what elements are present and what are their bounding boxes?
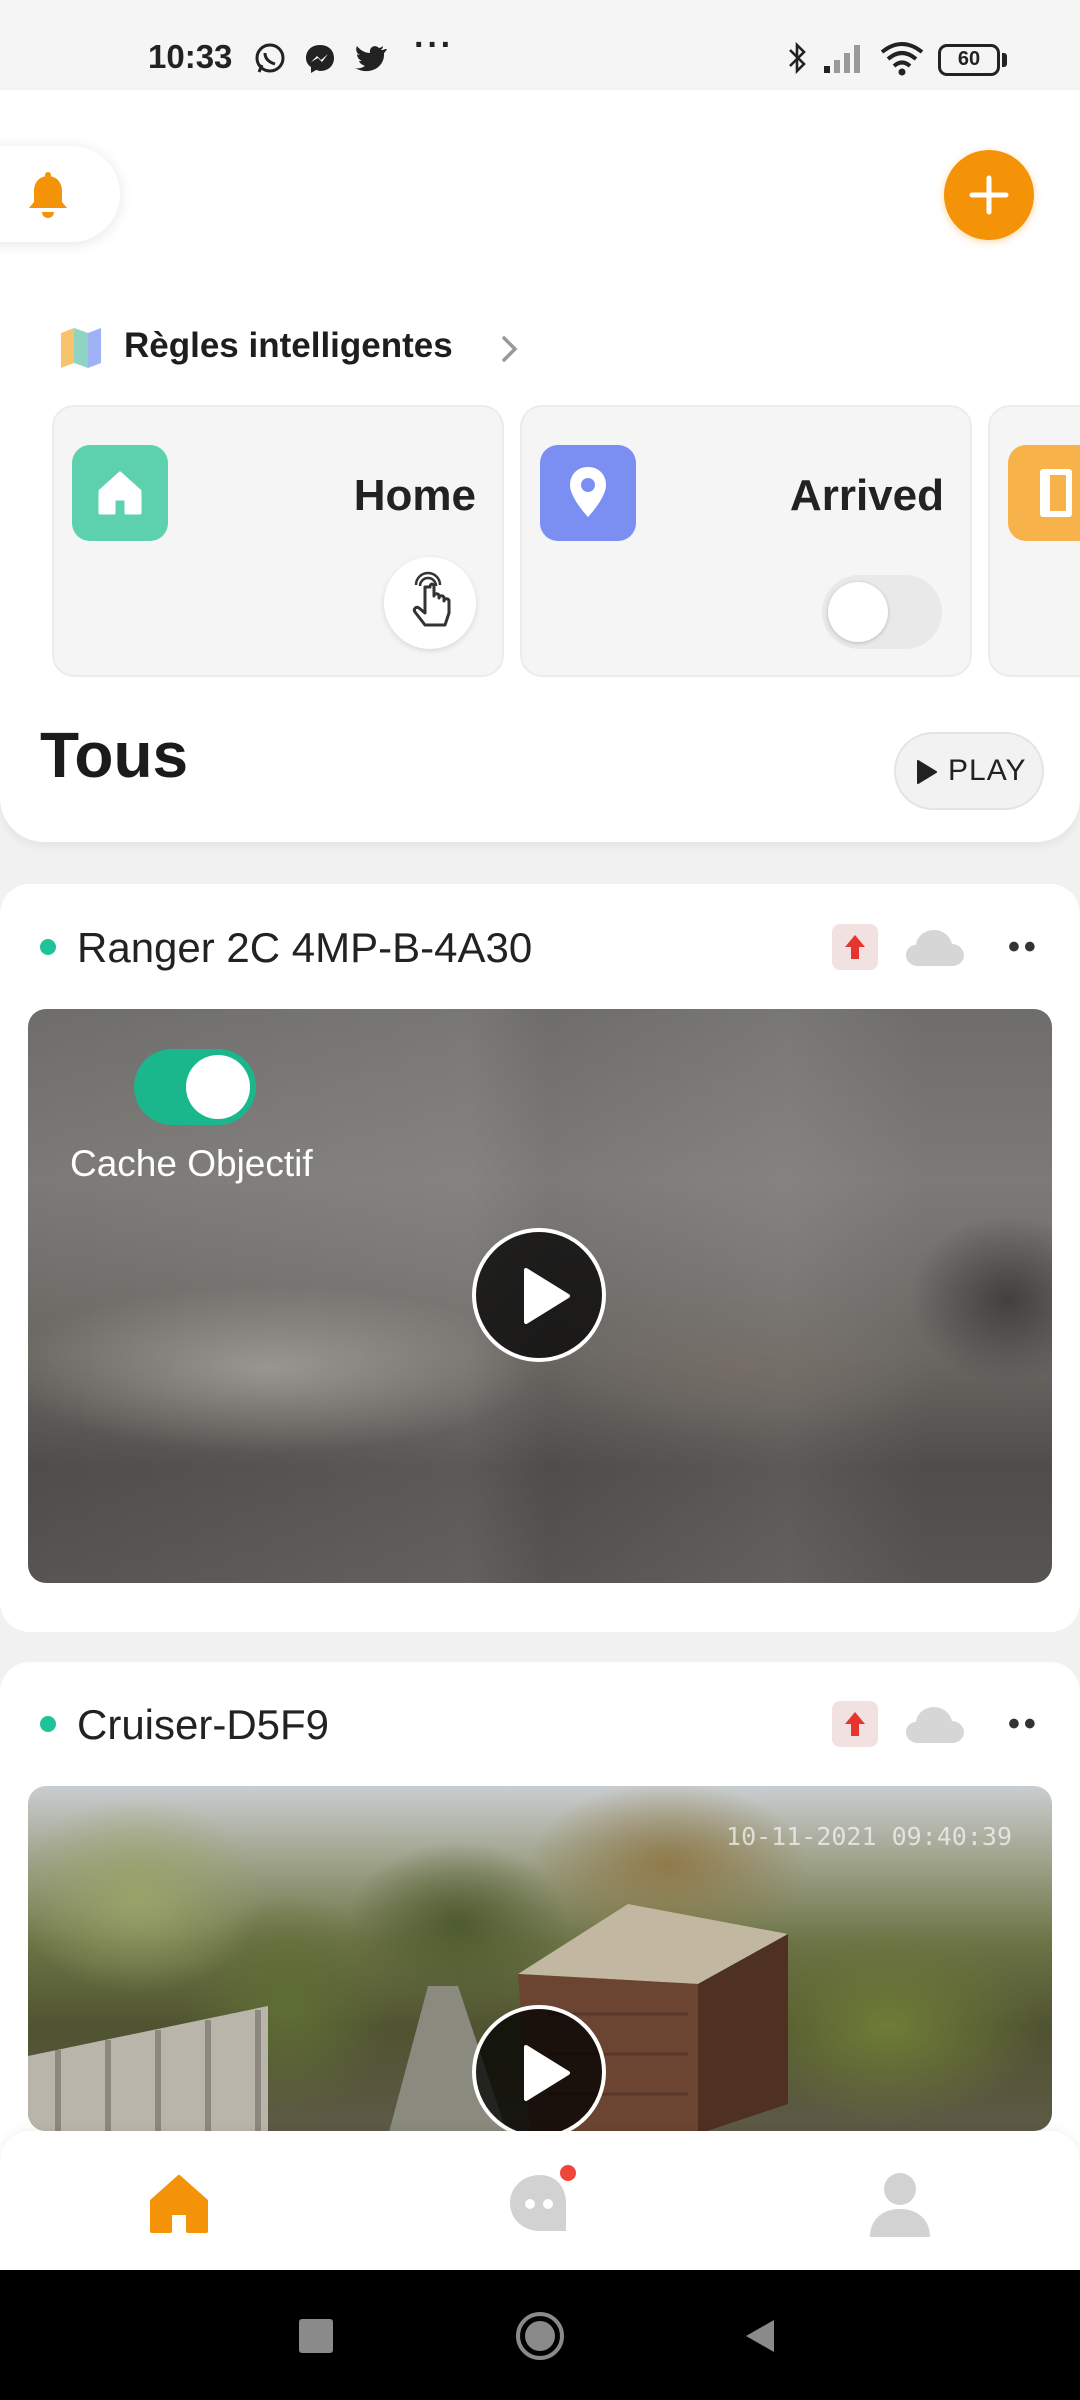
online-status-dot <box>40 1716 56 1732</box>
scene-name: Home <box>353 471 476 520</box>
upload-alert-button[interactable] <box>832 924 878 970</box>
scene-card-arrived[interactable]: Arrived <box>520 405 972 677</box>
cloud-icon[interactable] <box>904 1703 966 1747</box>
nav-messages[interactable] <box>490 2165 590 2245</box>
arrived-scene-icon <box>540 445 636 541</box>
play-label: PLAY <box>948 754 1027 787</box>
play-icon <box>917 760 937 784</box>
status-time: 10:33 <box>148 38 233 75</box>
run-scene-button[interactable] <box>384 557 476 649</box>
scene-toggle[interactable] <box>822 575 942 649</box>
play-icon <box>524 1268 570 1324</box>
lens-cover-toggle[interactable] <box>134 1049 256 1125</box>
toggle-knob <box>186 1055 250 1119</box>
more-notifications-icon: ··· <box>414 26 454 64</box>
bell-icon <box>29 172 67 218</box>
door-scene-icon <box>1008 445 1080 541</box>
arrow-up-icon <box>845 1712 865 1736</box>
cloud-icon[interactable] <box>904 926 966 970</box>
chevron-right-icon[interactable] <box>498 332 522 366</box>
home-icon <box>98 471 142 515</box>
fence-image <box>28 2006 268 2131</box>
bluetooth-icon <box>789 41 806 75</box>
toggle-knob <box>828 582 888 642</box>
smart-rules-title[interactable]: Règles intelligentes <box>124 326 453 366</box>
wifi-icon <box>880 42 924 76</box>
bottom-nav <box>0 2131 1080 2270</box>
video-timestamp: 10-11-2021 09:40:39 <box>726 1822 1012 1851</box>
home-icon <box>150 2175 208 2233</box>
scene-name: Arrived <box>789 471 944 520</box>
play-video-button[interactable] <box>472 2005 606 2131</box>
play-icon <box>524 2045 570 2101</box>
online-status-dot <box>40 939 56 955</box>
nav-profile[interactable] <box>850 2165 950 2245</box>
scene-card-home[interactable]: Home <box>52 405 504 677</box>
battery-icon: 60 <box>938 44 1000 76</box>
location-pin-icon <box>570 467 606 517</box>
home-scene-icon <box>72 445 168 541</box>
home-button[interactable] <box>514 2310 566 2362</box>
messenger-icon <box>306 45 334 73</box>
user-icon <box>870 2173 930 2237</box>
device-name[interactable]: Cruiser-D5F9 <box>77 1701 329 1749</box>
signal-icon <box>824 45 860 73</box>
battery-level: 60 <box>957 48 981 70</box>
nav-home[interactable] <box>130 2165 230 2245</box>
add-device-button[interactable] <box>944 150 1034 240</box>
tap-hand-icon <box>412 571 451 627</box>
more-options-button[interactable]: •• <box>1008 928 1040 967</box>
play-all-button[interactable]: PLAY <box>894 732 1044 810</box>
lens-cover-label: Cache Objectif <box>70 1143 313 1184</box>
battery-tip <box>1002 53 1007 67</box>
recent-apps-button[interactable] <box>299 2319 333 2353</box>
scene-card-partial[interactable] <box>988 405 1080 677</box>
more-options-button[interactable]: •• <box>1008 1705 1040 1744</box>
device-name[interactable]: Ranger 2C 4MP-B-4A30 <box>77 924 532 972</box>
system-navigation-bar <box>0 2270 1080 2400</box>
door-icon <box>1040 469 1072 517</box>
arrow-up-icon <box>845 935 865 959</box>
back-button[interactable] <box>740 2316 780 2356</box>
upload-alert-button[interactable] <box>832 1701 878 1747</box>
whatsapp-icon <box>255 43 285 73</box>
plus-icon <box>969 175 1009 215</box>
camera-preview[interactable]: Cache Objectif <box>28 1009 1052 1583</box>
twitter-icon <box>355 46 387 72</box>
camera-preview[interactable]: 10-11-2021 09:40:39 <box>28 1786 1052 2131</box>
smart-rules-icon <box>61 328 101 368</box>
chat-icon <box>510 2175 566 2231</box>
play-video-button[interactable] <box>472 1228 606 1362</box>
section-title: Tous <box>40 719 189 791</box>
notifications-button[interactable] <box>0 146 120 242</box>
unread-badge <box>560 2165 576 2181</box>
